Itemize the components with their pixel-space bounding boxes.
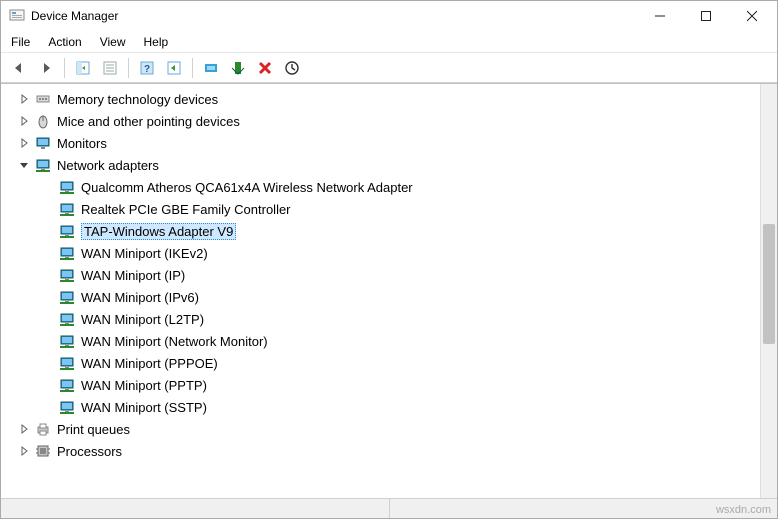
close-button[interactable] — [729, 1, 775, 31]
tree-container: Memory technology devices Mice and other … — [1, 83, 777, 498]
device-tree[interactable]: Memory technology devices Mice and other … — [1, 84, 760, 498]
network-icon — [35, 157, 51, 173]
tree-node[interactable]: Memory technology devices — [9, 88, 760, 110]
memory-icon — [35, 91, 51, 107]
maximize-button[interactable] — [683, 1, 729, 31]
tree-node[interactable]: Qualcomm Atheros QCA61x4A Wireless Netwo… — [9, 176, 760, 198]
network-icon — [59, 377, 75, 393]
update-driver-button[interactable] — [199, 56, 223, 80]
tree-node[interactable]: WAN Miniport (IPv6) — [9, 286, 760, 308]
network-icon — [59, 333, 75, 349]
tree-node-label: WAN Miniport (PPPOE) — [81, 356, 218, 371]
menubar: File Action View Help — [1, 31, 777, 53]
tree-node[interactable]: WAN Miniport (IKEv2) — [9, 242, 760, 264]
tree-node-label: WAN Miniport (L2TP) — [81, 312, 204, 327]
tree-node[interactable]: WAN Miniport (IP) — [9, 264, 760, 286]
status-cell: wsxdn.com — [390, 499, 778, 518]
vertical-scrollbar[interactable] — [760, 84, 777, 498]
watermark: wsxdn.com — [716, 504, 771, 516]
menu-view[interactable]: View — [100, 35, 126, 49]
tree-node[interactable]: WAN Miniport (Network Monitor) — [9, 330, 760, 352]
tree-node-label: Print queues — [57, 422, 130, 437]
menu-help[interactable]: Help — [144, 35, 169, 49]
tree-node-label: WAN Miniport (IKEv2) — [81, 246, 208, 261]
app-icon — [9, 8, 25, 24]
tree-node-label: TAP-Windows Adapter V9 — [81, 223, 236, 240]
expand-icon[interactable] — [17, 92, 31, 106]
network-icon — [59, 245, 75, 261]
tree-node-label: Realtek PCIe GBE Family Controller — [81, 202, 291, 217]
network-icon — [59, 179, 75, 195]
window-title: Device Manager — [31, 9, 637, 23]
tree-node[interactable]: WAN Miniport (SSTP) — [9, 396, 760, 418]
forward-button[interactable] — [34, 56, 58, 80]
statusbar: wsxdn.com — [1, 498, 777, 518]
menu-action[interactable]: Action — [48, 35, 81, 49]
tree-node[interactable]: WAN Miniport (PPPOE) — [9, 352, 760, 374]
enable-button[interactable] — [226, 56, 250, 80]
titlebar: Device Manager — [1, 1, 777, 31]
tree-node-label: WAN Miniport (IP) — [81, 268, 185, 283]
expand-icon[interactable] — [17, 422, 31, 436]
menu-file[interactable]: File — [11, 35, 30, 49]
tree-node-label: Mice and other pointing devices — [57, 114, 240, 129]
uninstall-button[interactable] — [253, 56, 277, 80]
tree-node-label: Processors — [57, 444, 122, 459]
tree-node-label: WAN Miniport (Network Monitor) — [81, 334, 268, 349]
tree-node-label: WAN Miniport (IPv6) — [81, 290, 199, 305]
network-icon — [59, 355, 75, 371]
tree-node-label: WAN Miniport (PPTP) — [81, 378, 207, 393]
tree-node[interactable]: Processors — [9, 440, 760, 462]
network-icon — [59, 289, 75, 305]
monitor-icon — [35, 135, 51, 151]
tree-node-label: Network adapters — [57, 158, 159, 173]
tree-node-label: Monitors — [57, 136, 107, 151]
scan-button[interactable] — [162, 56, 186, 80]
network-icon — [59, 311, 75, 327]
tree-node[interactable]: WAN Miniport (L2TP) — [9, 308, 760, 330]
printer-icon — [35, 421, 51, 437]
scan-hardware-button[interactable] — [280, 56, 304, 80]
toolbar: ? — [1, 53, 777, 83]
tree-node-label: Qualcomm Atheros QCA61x4A Wireless Netwo… — [81, 180, 413, 195]
network-icon — [59, 223, 75, 239]
tree-node-label: WAN Miniport (SSTP) — [81, 400, 207, 415]
network-icon — [59, 201, 75, 217]
toolbar-sep — [64, 58, 65, 78]
tree-node[interactable]: Realtek PCIe GBE Family Controller — [9, 198, 760, 220]
collapse-icon[interactable] — [17, 158, 31, 172]
tree-node[interactable]: Monitors — [9, 132, 760, 154]
expand-icon[interactable] — [17, 444, 31, 458]
svg-text:?: ? — [144, 64, 150, 75]
tree-node[interactable]: Mice and other pointing devices — [9, 110, 760, 132]
tree-node[interactable]: WAN Miniport (PPTP) — [9, 374, 760, 396]
tree-node[interactable]: Network adapters — [9, 154, 760, 176]
expand-icon[interactable] — [17, 136, 31, 150]
cpu-icon — [35, 443, 51, 459]
scrollbar-thumb[interactable] — [763, 224, 775, 344]
expand-icon[interactable] — [17, 114, 31, 128]
toolbar-sep — [192, 58, 193, 78]
tree-node-label: Memory technology devices — [57, 92, 218, 107]
network-icon — [59, 399, 75, 415]
properties-button[interactable] — [98, 56, 122, 80]
network-icon — [59, 267, 75, 283]
show-hide-button[interactable] — [71, 56, 95, 80]
back-button[interactable] — [7, 56, 31, 80]
minimize-button[interactable] — [637, 1, 683, 31]
help-button[interactable]: ? — [135, 56, 159, 80]
toolbar-sep — [128, 58, 129, 78]
tree-node[interactable]: Print queues — [9, 418, 760, 440]
tree-node[interactable]: TAP-Windows Adapter V9 — [9, 220, 760, 242]
status-cell — [1, 499, 390, 518]
mouse-icon — [35, 113, 51, 129]
